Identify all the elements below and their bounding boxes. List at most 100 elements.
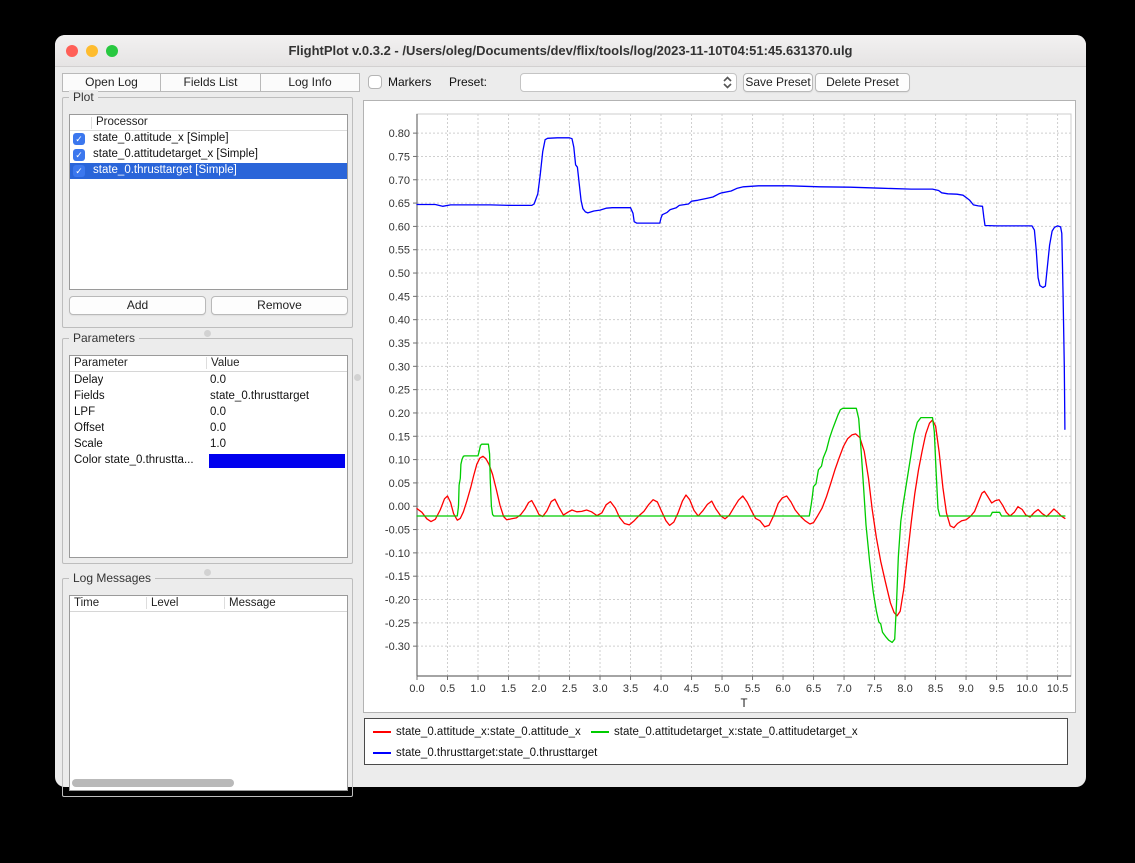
column-separator: [224, 597, 225, 609]
parameter-value-cell[interactable]: state_0.thrusttarget: [210, 390, 309, 402]
y-tick-label: 0.10: [389, 455, 410, 467]
plot-group: Plot Processor ✓state_0.attitude_x [Simp…: [62, 97, 353, 328]
horizontal-splitter-grip-2[interactable]: [204, 569, 211, 576]
color-swatch[interactable]: [209, 454, 345, 468]
table-row[interactable]: Color state_0.thrustta...: [70, 453, 347, 469]
y-tick-label: 0.25: [389, 385, 410, 397]
titlebar[interactable]: FlightPlot v.0.3.2 - /Users/oleg/Documen…: [55, 35, 1086, 67]
parameter-name-cell: Fields: [74, 390, 105, 402]
x-tick-label: 2.5: [562, 683, 577, 695]
log-messages-table[interactable]: Time Level Message: [69, 595, 348, 791]
x-tick-label: 9.5: [989, 683, 1004, 695]
checked-checkbox-icon[interactable]: ✓: [73, 149, 85, 161]
list-item[interactable]: ✓state_0.attitudetarget_x [Simple]: [70, 147, 347, 163]
checked-checkbox-icon[interactable]: ✓: [73, 165, 85, 177]
y-tick-label: 0.05: [389, 478, 410, 490]
processor-list[interactable]: Processor ✓state_0.attitude_x [Simple]✓s…: [69, 114, 348, 290]
plot-outline: [417, 114, 1071, 676]
combo-stepper-icon[interactable]: [720, 75, 735, 90]
parameter-value-cell[interactable]: 0.0: [210, 374, 226, 386]
list-item[interactable]: ✓state_0.attitude_x [Simple]: [70, 131, 347, 147]
x-tick-label: 0.0: [409, 683, 424, 695]
y-tick-label: 0.00: [389, 501, 410, 513]
log-info-button[interactable]: Log Info: [260, 73, 360, 92]
horizontal-splitter-grip[interactable]: [204, 330, 211, 337]
y-tick-label: -0.10: [385, 548, 410, 560]
legend-line-swatch: [591, 731, 609, 733]
vertical-splitter-grip[interactable]: [354, 374, 361, 381]
close-window-icon[interactable]: [66, 45, 78, 57]
chart-panel: 0.00.51.01.52.02.53.03.54.04.55.05.56.06…: [363, 100, 1076, 713]
fields-list-button[interactable]: Fields List: [160, 73, 261, 92]
horizontal-scrollbar-thumb[interactable]: [72, 779, 234, 787]
parameters-table[interactable]: Parameter Value Delay 0.0 Fields state_0.th…: [69, 355, 348, 558]
y-tick-label: 0.30: [389, 361, 410, 373]
save-preset-button[interactable]: Save Preset: [743, 73, 813, 92]
value-column-header: Value: [211, 357, 240, 369]
window-title: FlightPlot v.0.3.2 - /Users/oleg/Documen…: [135, 35, 1006, 67]
x-tick-label: 6.5: [806, 683, 821, 695]
minimize-window-icon[interactable]: [86, 45, 98, 57]
markers-checkbox[interactable]: [368, 75, 382, 89]
column-separator: [206, 357, 207, 369]
y-tick-label: -0.15: [385, 571, 410, 583]
y-tick-label: 0.35: [389, 338, 410, 350]
parameters-group-title: Parameters: [69, 331, 139, 346]
add-button[interactable]: Add: [69, 296, 206, 315]
y-tick-label: 0.65: [389, 198, 410, 210]
processor-column-header[interactable]: Processor: [70, 115, 347, 131]
legend-line-swatch: [373, 752, 391, 754]
y-tick-label: 0.70: [389, 175, 410, 187]
x-tick-label: 3.0: [592, 683, 607, 695]
parameter-name-cell: Delay: [74, 374, 103, 386]
list-item-label: state_0.thrusttarget [Simple]: [93, 164, 237, 176]
flightplot-window: FlightPlot v.0.3.2 - /Users/oleg/Documen…: [55, 35, 1086, 787]
table-row[interactable]: Scale 1.0: [70, 437, 347, 453]
plot-group-title: Plot: [69, 90, 98, 105]
x-tick-label: 4.0: [653, 683, 668, 695]
parameter-name-cell: Scale: [74, 438, 103, 450]
parameter-value-cell[interactable]: 0.0: [210, 406, 226, 418]
x-tick-label: 1.5: [501, 683, 516, 695]
y-tick-label: 0.55: [389, 245, 410, 257]
x-tick-label: 7.5: [867, 683, 882, 695]
checked-checkbox-icon[interactable]: ✓: [73, 133, 85, 145]
x-tick-label: 1.0: [470, 683, 485, 695]
table-row[interactable]: Offset0.0: [70, 421, 347, 437]
time-column-header: Time: [74, 597, 99, 609]
table-row[interactable]: LPF 0.0: [70, 405, 347, 421]
level-column-header: Level: [151, 597, 179, 609]
parameter-value-cell[interactable]: 1.0: [210, 438, 226, 450]
x-axis-label: T: [740, 698, 747, 710]
log-table-header[interactable]: Time Level Message: [70, 596, 347, 612]
y-tick-label: 0.80: [389, 128, 410, 140]
table-row[interactable]: Fields state_0.thrusttarget: [70, 389, 347, 405]
x-tick-label: 8.5: [928, 683, 943, 695]
parameter-value-cell[interactable]: 0.0: [210, 422, 226, 434]
remove-button[interactable]: Remove: [211, 296, 348, 315]
x-tick-label: 0.5: [440, 683, 455, 695]
column-separator: [146, 597, 147, 609]
y-tick-label: 0.20: [389, 408, 410, 420]
x-tick-label: 3.5: [623, 683, 638, 695]
preset-combobox[interactable]: [520, 73, 737, 92]
legend-label: state_0.attitudetarget_x:state_0.attitud…: [614, 725, 858, 739]
y-tick-label: -0.05: [385, 525, 410, 537]
x-tick-label: 5.5: [745, 683, 760, 695]
parameter-name-cell: LPF: [74, 406, 95, 418]
y-tick-label: 0.75: [389, 151, 410, 163]
x-tick-label: 8.0: [897, 683, 912, 695]
delete-preset-button[interactable]: Delete Preset: [815, 73, 910, 92]
zoom-window-icon[interactable]: [106, 45, 118, 57]
y-tick-label: 0.40: [389, 315, 410, 327]
preset-input[interactable]: [525, 75, 713, 90]
parameters-table-header[interactable]: Parameter Value: [70, 356, 347, 372]
y-tick-label: -0.25: [385, 618, 410, 630]
y-tick-label: 0.60: [389, 221, 410, 233]
x-tick-label: 4.5: [684, 683, 699, 695]
x-tick-label: 9.0: [958, 683, 973, 695]
list-item[interactable]: ✓ state_0.thrusttarget [Simple]: [70, 163, 347, 179]
table-row[interactable]: Delay 0.0: [70, 373, 347, 389]
chart-plot-area[interactable]: 0.00.51.01.52.02.53.03.54.04.55.05.56.06…: [364, 101, 1075, 712]
x-tick-label: 10.5: [1047, 683, 1068, 695]
